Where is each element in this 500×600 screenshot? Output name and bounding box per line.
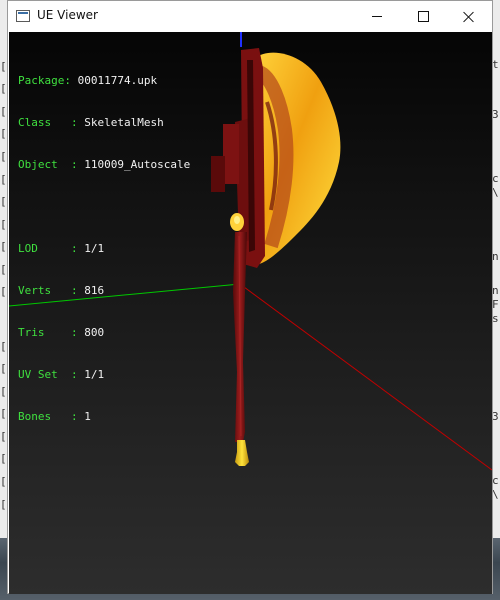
3d-viewport[interactable]: Package: 00011774.upk Class : SkeletalMe… xyxy=(9,32,492,594)
class-value: SkeletalMesh xyxy=(84,116,164,129)
y-axis-line xyxy=(239,283,492,471)
package-label: Package: xyxy=(18,74,78,87)
app-icon[interactable] xyxy=(16,10,30,22)
class-label: Class : xyxy=(18,116,85,129)
maximize-icon xyxy=(417,11,429,22)
object-value: 110009_Autoscale xyxy=(84,158,191,171)
window-title: UE Viewer xyxy=(37,8,98,22)
title-bar[interactable]: UE Viewer xyxy=(8,1,492,32)
bones-value: 1 xyxy=(84,410,91,423)
minimize-icon xyxy=(372,16,382,17)
object-label: Object : xyxy=(18,158,85,171)
uvset-label: UV Set : xyxy=(18,368,85,381)
verts-value: 816 xyxy=(84,284,105,297)
lod-value: 1/1 xyxy=(84,242,105,255)
minimize-button[interactable] xyxy=(354,1,400,32)
verts-label: Verts : xyxy=(18,284,85,297)
close-button[interactable] xyxy=(446,1,492,32)
ue-viewer-window: UE Viewer Package: 00011774.upk Class: … xyxy=(7,0,493,594)
maximize-button[interactable] xyxy=(400,1,446,32)
tris-value: 800 xyxy=(84,326,105,339)
axe-pommel xyxy=(235,440,249,466)
lod-label: LOD : xyxy=(18,242,85,255)
bones-label: Bones : xyxy=(18,410,85,423)
close-icon xyxy=(463,11,475,23)
package-value: 00011774.upk xyxy=(77,74,158,87)
tris-label: Tris : xyxy=(18,326,85,339)
mesh-info-overlay: Package: 00011774.upk Class : SkeletalMe… xyxy=(18,46,190,452)
uvset-value: 1/1 xyxy=(84,368,105,381)
